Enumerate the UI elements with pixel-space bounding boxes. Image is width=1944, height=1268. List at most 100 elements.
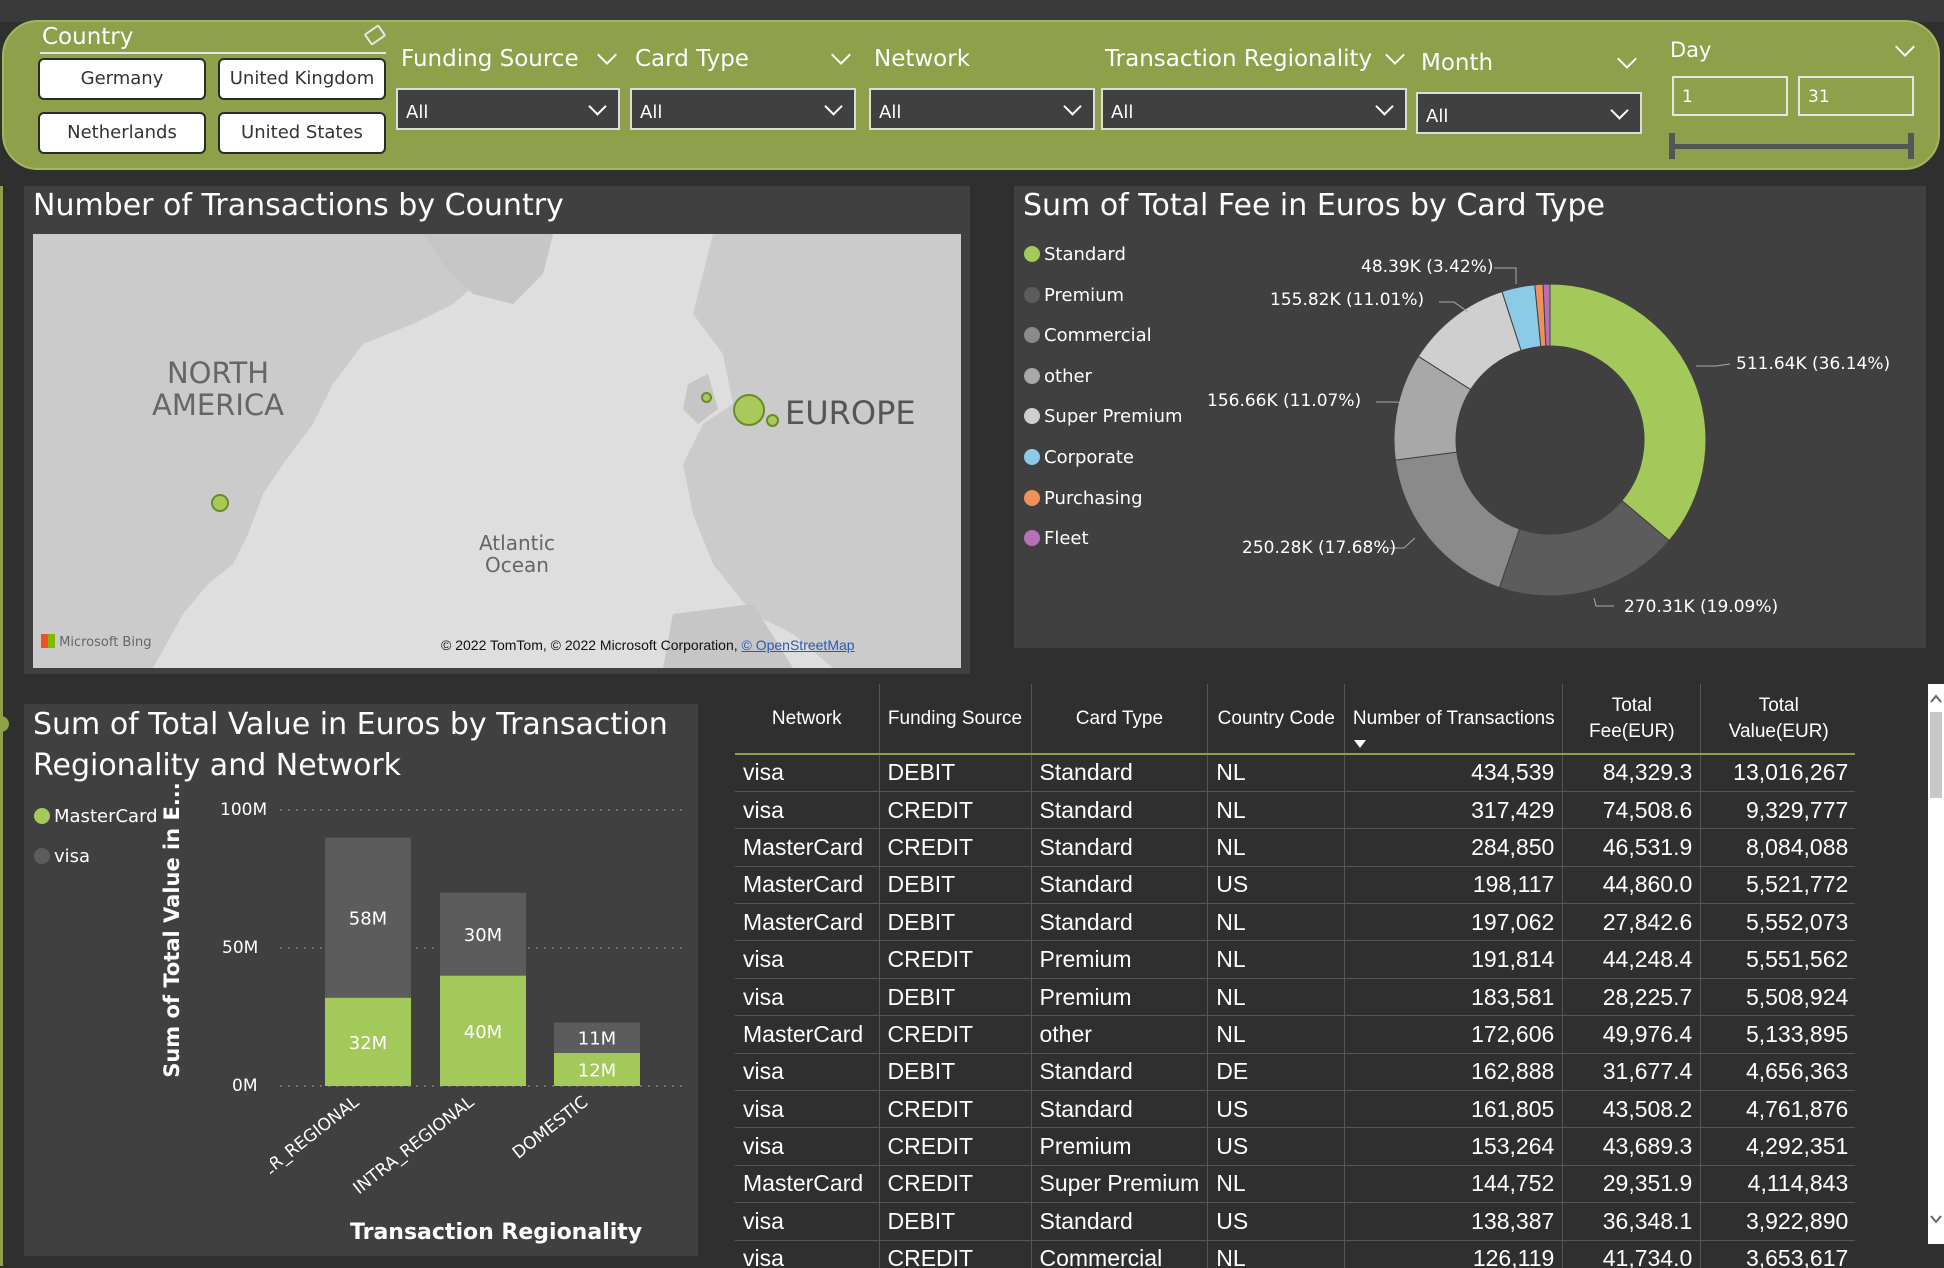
table-cell: Standard — [1031, 754, 1209, 792]
legend-item-mastercard[interactable]: MasterCard — [34, 806, 158, 827]
table-cell: Standard — [1031, 903, 1209, 942]
day-slider-start-handle[interactable] — [1669, 133, 1675, 159]
table-cell: 317,429 — [1344, 791, 1564, 830]
table-row[interactable]: visa DEBIT Standard DE 162,888 31,677.4 4,656,… — [735, 1053, 1855, 1092]
table-row[interactable]: MasterCard CREDIT Super Premium NL 144,752 29… — [735, 1165, 1855, 1204]
table-cell: Super Premium — [1031, 1165, 1209, 1204]
table-row[interactable]: MasterCard CREDIT other NL 172,606 49,976.4 5,… — [735, 1015, 1855, 1054]
column-header[interactable]: Card Type — [1031, 684, 1209, 755]
bar-y-axis-title: Sum of Total Value in E... — [160, 782, 184, 1078]
scroll-up-icon[interactable] — [1929, 692, 1943, 706]
openstreetmap-link[interactable]: © OpenStreetMap — [742, 637, 855, 653]
table-cell: Standard — [1031, 1202, 1209, 1241]
country-button-netherlands[interactable]: Netherlands — [38, 112, 206, 154]
table-cell: 3,922,890 — [1700, 1202, 1855, 1241]
table-cell: 29,351.9 — [1562, 1165, 1702, 1204]
table-scrollbar-thumb[interactable] — [1930, 712, 1942, 798]
table-cell: MasterCard — [735, 903, 880, 942]
card-type-dropdown[interactable]: All — [630, 88, 856, 130]
table-cell: CREDIT — [879, 1015, 1032, 1054]
table-cell: DEBIT — [879, 903, 1032, 942]
transaction-regionality-label: Transaction Regionality — [1105, 46, 1373, 72]
table-cell: 434,539 — [1344, 754, 1564, 792]
table-cell: 161,805 — [1344, 1090, 1564, 1129]
bar-chart[interactable]: 32M58MINTER_REGIONAL40M30MINTRA_REGIONAL… — [270, 790, 690, 1200]
column-header[interactable]: Funding Source — [879, 684, 1032, 755]
table-cell: US — [1207, 1127, 1346, 1166]
donut-label-premium: 270.31K (19.09%) — [1624, 597, 1779, 617]
transaction-regionality-dropdown[interactable]: All — [1101, 88, 1407, 130]
table-cell: Standard — [1031, 866, 1209, 905]
funding-source-label: Funding Source — [401, 46, 579, 72]
legend-dot — [34, 848, 50, 864]
sort-descending-icon[interactable] — [1352, 738, 1368, 750]
left-edge-marker — [0, 716, 9, 732]
table-row[interactable]: visa CREDIT Commercial NL 126,119 41,734.0 3,6… — [735, 1240, 1855, 1268]
column-header[interactable]: Network — [735, 684, 880, 755]
bubble-united-kingdom[interactable] — [701, 392, 712, 403]
bar-x-axis-title: Transaction Regionality — [350, 1220, 643, 1245]
network-dropdown[interactable]: All — [869, 88, 1095, 130]
table-row[interactable]: visa CREDIT Premium US 153,264 43,689.3 4,292,… — [735, 1127, 1855, 1166]
bar-data-label: 30M — [464, 925, 502, 946]
funding-source-dropdown[interactable]: All — [396, 88, 620, 130]
bubble-netherlands[interactable] — [733, 394, 765, 426]
chevron-down-icon — [1610, 101, 1629, 120]
country-button-germany[interactable]: Germany — [38, 58, 206, 100]
table-row[interactable]: MasterCard CREDIT Standard NL 284,850 46,531.… — [735, 828, 1855, 867]
table-cell: 5,133,895 — [1700, 1015, 1855, 1054]
day-slider-end-handle[interactable] — [1908, 133, 1914, 159]
bubble-united-states[interactable] — [211, 494, 229, 512]
column-header[interactable]: Country Code — [1207, 684, 1346, 755]
leader-premium — [1593, 597, 1614, 607]
table-row[interactable]: visa CREDIT Standard US 161,805 43,508.2 4,761… — [735, 1090, 1855, 1129]
table-cell: DEBIT — [879, 1053, 1032, 1092]
country-button-united-states[interactable]: United States — [218, 112, 386, 154]
table-cell: visa — [735, 1202, 880, 1241]
column-header[interactable]: Total Fee(EUR) — [1562, 684, 1702, 755]
map-label-europe: EUROPE — [785, 394, 916, 432]
table-cell: Commercial — [1031, 1240, 1209, 1268]
table-row[interactable]: visa CREDIT Premium NL 191,814 44,248.4 5,551,… — [735, 940, 1855, 979]
day-slider-track[interactable] — [1672, 144, 1914, 149]
table-row[interactable]: visa DEBIT Standard US 138,387 36,348.1 3,922,… — [735, 1202, 1855, 1241]
map-label-ocean: Atlantic Ocean — [478, 531, 556, 577]
country-button-united-kingdom[interactable]: United Kingdom — [218, 58, 386, 100]
day-to-input[interactable]: 31 — [1798, 76, 1914, 116]
donut-label-super-premium: 155.82K (11.01%) — [1270, 290, 1425, 310]
table-row[interactable]: MasterCard DEBIT Standard US 198,117 44,860.0… — [735, 866, 1855, 905]
chevron-down-icon — [1375, 97, 1394, 116]
scroll-down-icon[interactable] — [1929, 1212, 1943, 1226]
table-cell: 4,292,351 — [1700, 1127, 1855, 1166]
table-row[interactable]: visa CREDIT Standard NL 317,429 74,508.6 9,329… — [735, 791, 1855, 830]
table-cell: 126,119 — [1344, 1240, 1564, 1268]
bar-data-label: 11M — [578, 1029, 616, 1050]
map-landmass — [33, 234, 961, 668]
table-row[interactable]: visa DEBIT Premium NL 183,581 28,225.7 5,508,9… — [735, 978, 1855, 1017]
table-cell: CREDIT — [879, 791, 1032, 830]
table-cell: 162,888 — [1344, 1053, 1564, 1092]
legend-item-visa[interactable]: visa — [34, 846, 90, 867]
bing-logo: Microsoft Bing — [41, 634, 151, 650]
country-filter-title: Country — [42, 24, 134, 50]
table-cell: 8,084,088 — [1700, 828, 1855, 867]
table-cell: MasterCard — [735, 828, 880, 867]
table-row[interactable]: MasterCard DEBIT Standard NL 197,062 27,842.6… — [735, 903, 1855, 942]
column-header[interactable]: Total Value(EUR) — [1700, 684, 1855, 755]
legend-dot — [34, 808, 50, 824]
table-cell: 49,976.4 — [1562, 1015, 1702, 1054]
donut-label-commercial: 250.28K (17.68%) — [1242, 538, 1397, 558]
column-header[interactable]: Number of Transactions — [1344, 684, 1564, 755]
donut-label-other: 156.66K (11.07%) — [1207, 391, 1362, 411]
y-tick-0m: 0M — [232, 1076, 258, 1096]
month-dropdown[interactable]: All — [1416, 92, 1642, 134]
map-canvas[interactable]: NORTH AMERICA EUROPE Atlantic Ocean Micr… — [33, 234, 961, 668]
table-cell: 46,531.9 — [1562, 828, 1702, 867]
table-cell: CREDIT — [879, 1240, 1032, 1268]
chevron-down-icon — [824, 97, 843, 116]
legend-label: visa — [54, 846, 91, 867]
table-cell: Premium — [1031, 1127, 1209, 1166]
day-from-input[interactable]: 1 — [1672, 76, 1788, 116]
table-row[interactable]: visa DEBIT Standard NL 434,539 84,329.3 13,016… — [735, 754, 1855, 792]
bubble-germany[interactable] — [766, 414, 779, 427]
